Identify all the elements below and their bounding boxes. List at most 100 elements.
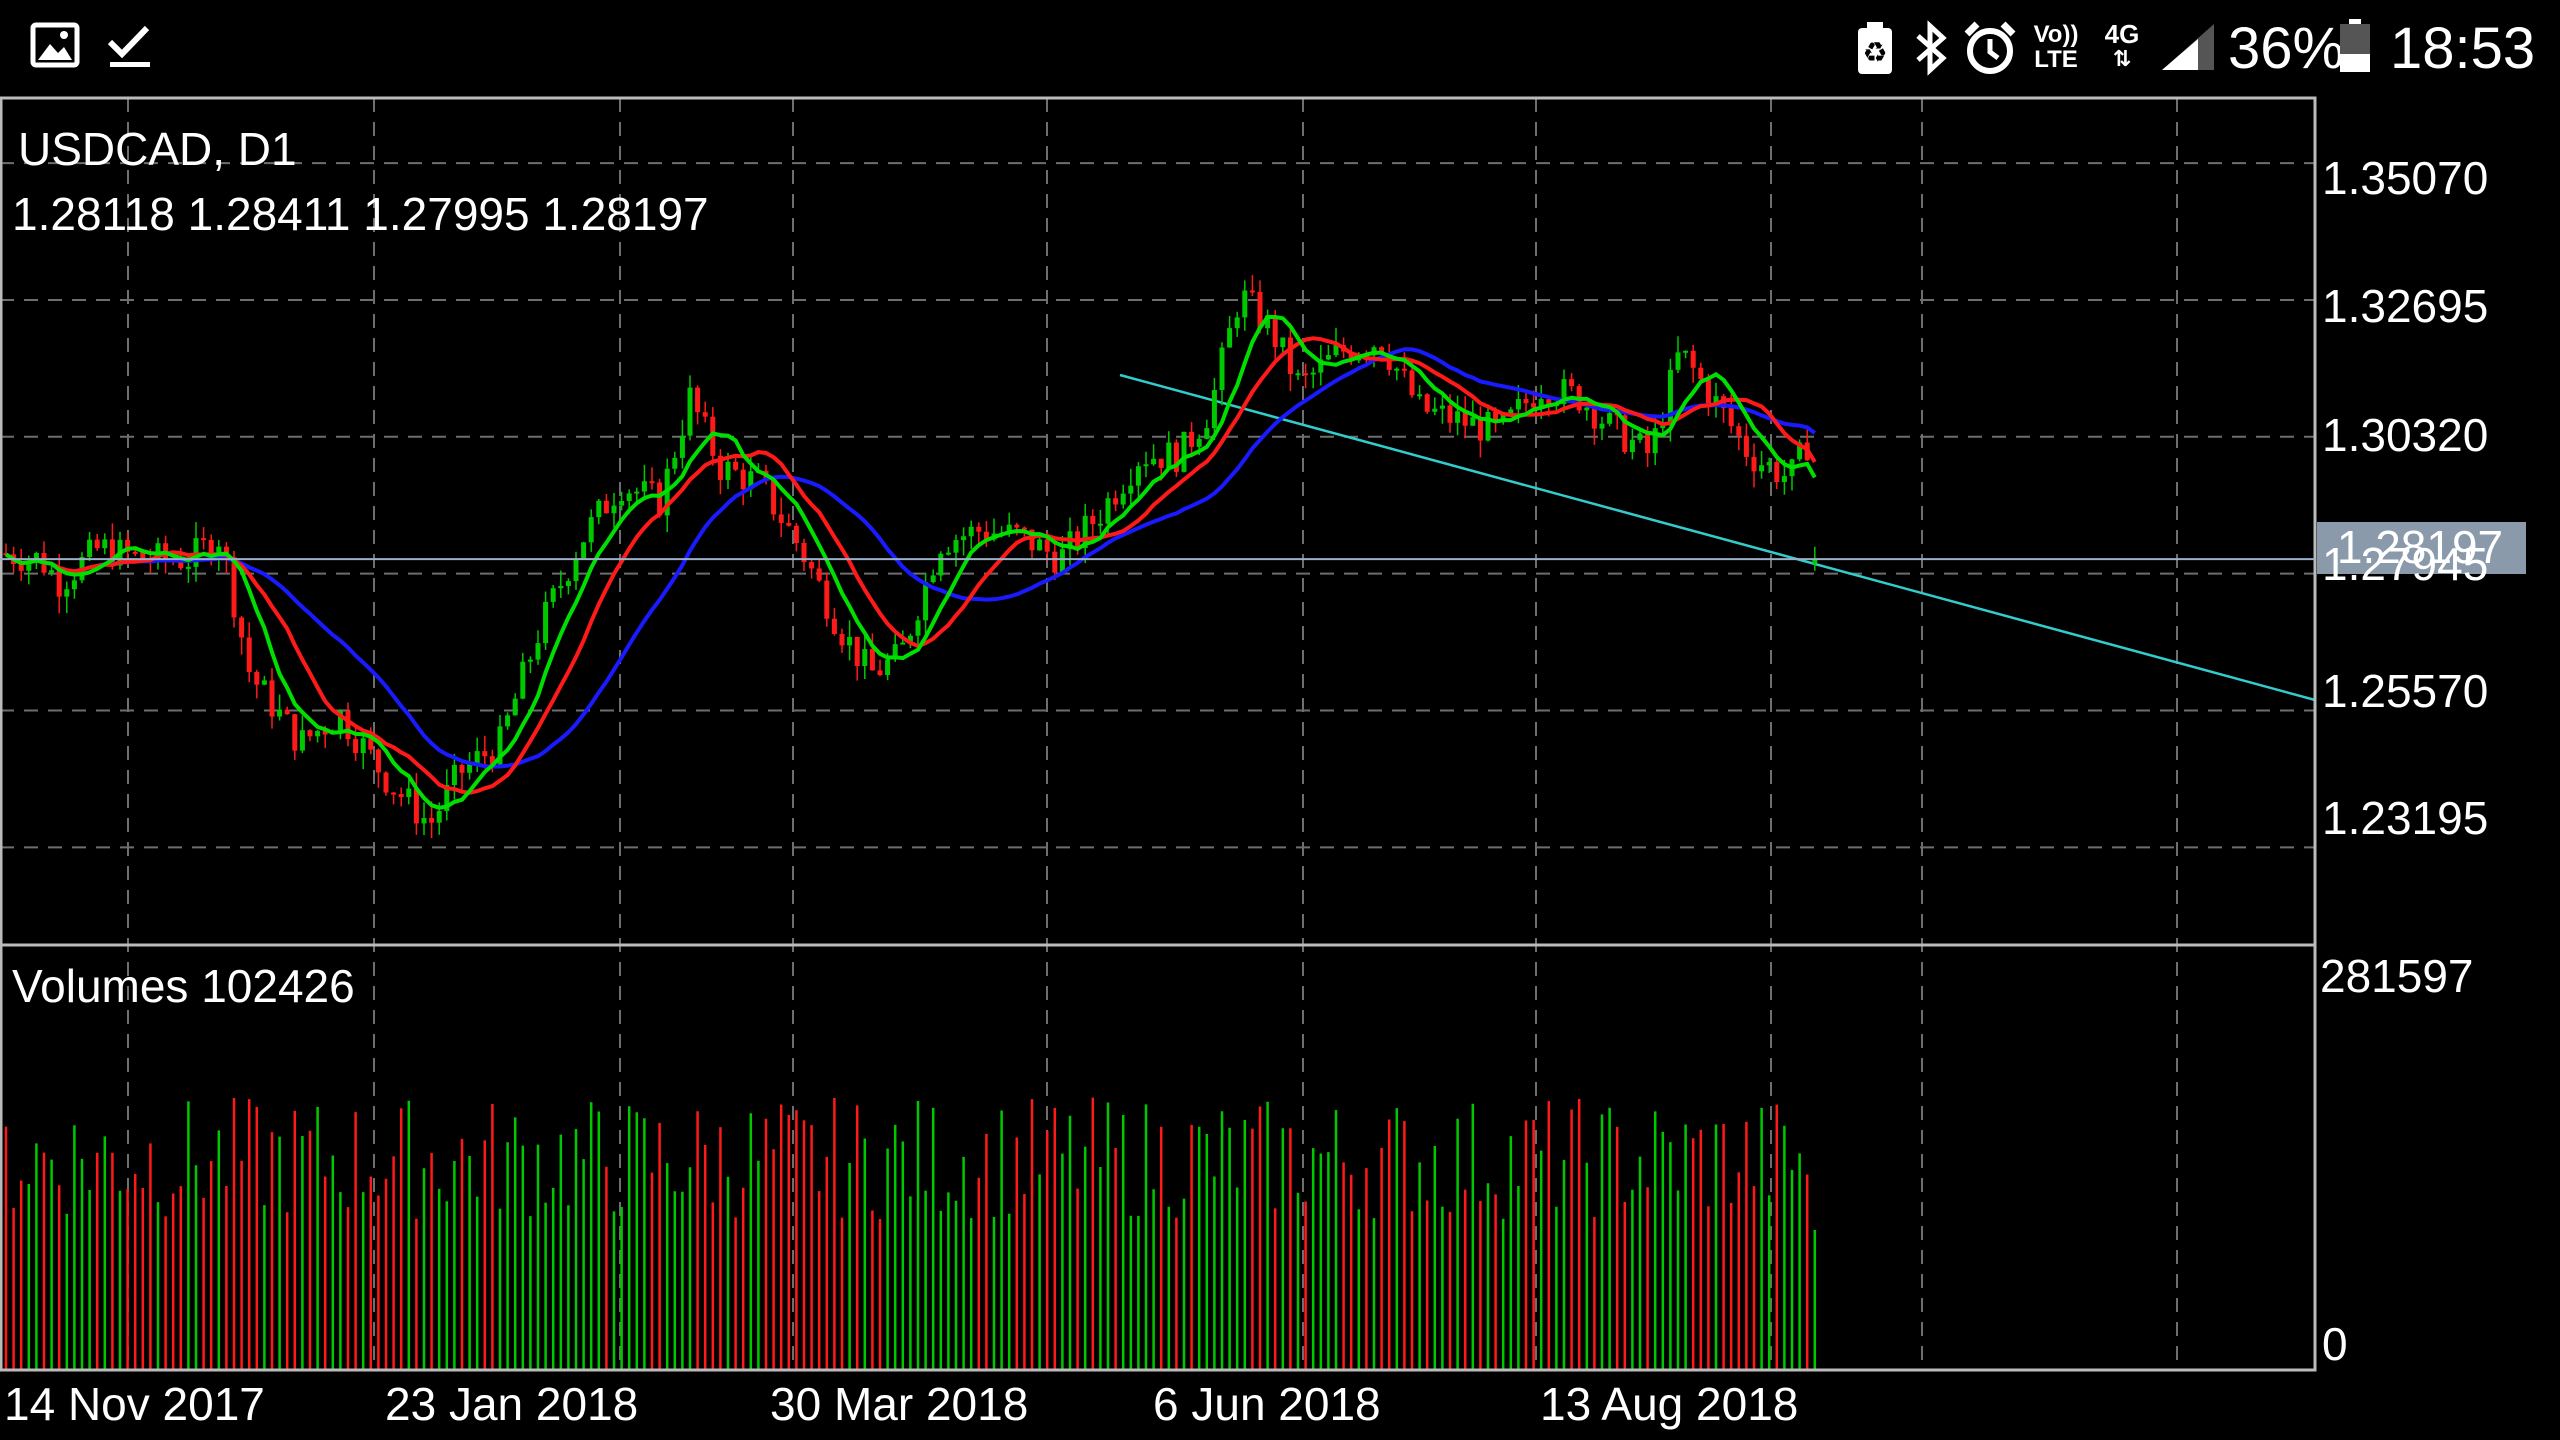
- volume-bars: [4, 1097, 1817, 1370]
- date-tick-label: 30 Mar 2018: [770, 1378, 1028, 1430]
- candle-body: [543, 601, 549, 644]
- candle-body: [1629, 439, 1635, 453]
- candle-body: [1470, 417, 1476, 426]
- candle-body: [1113, 498, 1119, 505]
- candle-body: [679, 435, 685, 458]
- candle-body: [520, 661, 526, 699]
- candle-body: [436, 811, 442, 823]
- candle-body: [391, 792, 397, 795]
- candle-body: [406, 788, 412, 798]
- candle-body: [634, 491, 640, 494]
- candle-body: [527, 659, 533, 662]
- candle-body: [626, 493, 632, 502]
- candle-body: [923, 582, 929, 621]
- candle-body: [1637, 433, 1643, 440]
- candle-body: [474, 751, 480, 764]
- candle-body: [1515, 399, 1521, 410]
- candle-body: [1743, 435, 1749, 457]
- date-tick-label: 6 Jun 2018: [1153, 1378, 1381, 1430]
- candle-body: [824, 580, 830, 619]
- candle-body: [284, 709, 290, 715]
- candle-body: [239, 617, 245, 638]
- ohlc-label: 1.28118 1.28411 1.27995 1.28197: [12, 188, 709, 240]
- candle-body: [854, 636, 860, 667]
- candle-body: [603, 500, 609, 514]
- candle-body: [1211, 390, 1217, 429]
- price-tick-label: 1.27945: [2322, 538, 2488, 590]
- candle-body: [429, 817, 435, 823]
- candle-body: [565, 581, 571, 587]
- candle-body: [1394, 368, 1400, 371]
- date-tick-label: 14 Nov 2017: [4, 1378, 265, 1430]
- candle-body: [1759, 465, 1765, 472]
- candle-body: [345, 710, 351, 740]
- moving-averages: [4, 315, 1817, 810]
- candle-body: [1690, 350, 1696, 368]
- candle-body: [1097, 523, 1103, 526]
- candle-body: [809, 562, 815, 569]
- candle-body: [1128, 485, 1134, 494]
- price-axis: 1.35070 1.32695 1.30320 1.27945 1.25570 …: [2322, 152, 2488, 844]
- candle-body: [687, 387, 693, 436]
- trendline-layer: [1119, 373, 2316, 702]
- candle-body: [1409, 370, 1415, 396]
- candle-body: [641, 481, 647, 492]
- candle-body: [1143, 464, 1149, 467]
- candle-body: [1599, 423, 1605, 429]
- date-axis: 14 Nov 2017 23 Jan 2018 30 Mar 2018 6 Ju…: [4, 1378, 1798, 1430]
- price-tick-label: 1.30320: [2322, 409, 2488, 461]
- candle-body: [1037, 539, 1043, 551]
- candle-body: [1401, 368, 1407, 371]
- candle-body: [254, 672, 260, 685]
- candle-body: [71, 580, 77, 590]
- candle-body: [1014, 524, 1020, 528]
- candle-body: [619, 501, 625, 506]
- candle-body: [816, 568, 822, 581]
- candle-body: [1645, 433, 1651, 454]
- price-tick-label: 1.35070: [2322, 152, 2488, 204]
- candle-body: [649, 481, 655, 484]
- candle-body: [1728, 408, 1734, 427]
- candle-body: [1584, 407, 1590, 411]
- candle-body: [261, 680, 267, 685]
- candle-body: [1189, 431, 1195, 447]
- candle-body: [596, 500, 602, 518]
- candle-body: [1736, 426, 1742, 436]
- candle-body: [1424, 394, 1430, 412]
- candle-body: [1158, 458, 1164, 468]
- candle-body: [1439, 405, 1445, 409]
- candle-body: [702, 412, 708, 417]
- date-tick-label: 23 Jan 2018: [385, 1378, 638, 1430]
- candle-body: [1044, 539, 1050, 552]
- candle-body: [847, 636, 853, 646]
- candle-body: [885, 659, 891, 676]
- candle-body: [558, 586, 564, 589]
- candle-body: [1196, 438, 1202, 447]
- trendline: [1119, 373, 2316, 702]
- candle-body: [269, 680, 275, 717]
- candle-body: [1052, 551, 1058, 573]
- candle-body: [862, 649, 868, 667]
- price-tick-label: 1.25570: [2322, 665, 2488, 717]
- candle-body: [1417, 394, 1423, 397]
- candle-body: [1455, 411, 1461, 423]
- candle-body: [771, 480, 777, 515]
- chart-area[interactable]: 1.28197 USDCAD, D1 1.28118 1.28411 1.279…: [0, 0, 2560, 1440]
- candle-body: [930, 575, 936, 583]
- candle-body: [201, 538, 207, 541]
- candle-body: [482, 751, 488, 757]
- candle-body: [1166, 442, 1172, 468]
- candle-body: [1569, 379, 1575, 387]
- candle-body: [1280, 337, 1286, 348]
- candle-body: [877, 670, 883, 676]
- volume-zero-label: 0: [2322, 1318, 2348, 1370]
- candle-body: [588, 517, 594, 543]
- candle-body: [1781, 476, 1787, 483]
- candle-body: [1447, 405, 1453, 423]
- candle-body: [360, 738, 366, 754]
- candle-body: [132, 551, 138, 554]
- candle-body: [1698, 367, 1704, 380]
- candle-body: [421, 817, 427, 824]
- candle-body: [413, 788, 419, 824]
- candles: [3, 275, 1818, 838]
